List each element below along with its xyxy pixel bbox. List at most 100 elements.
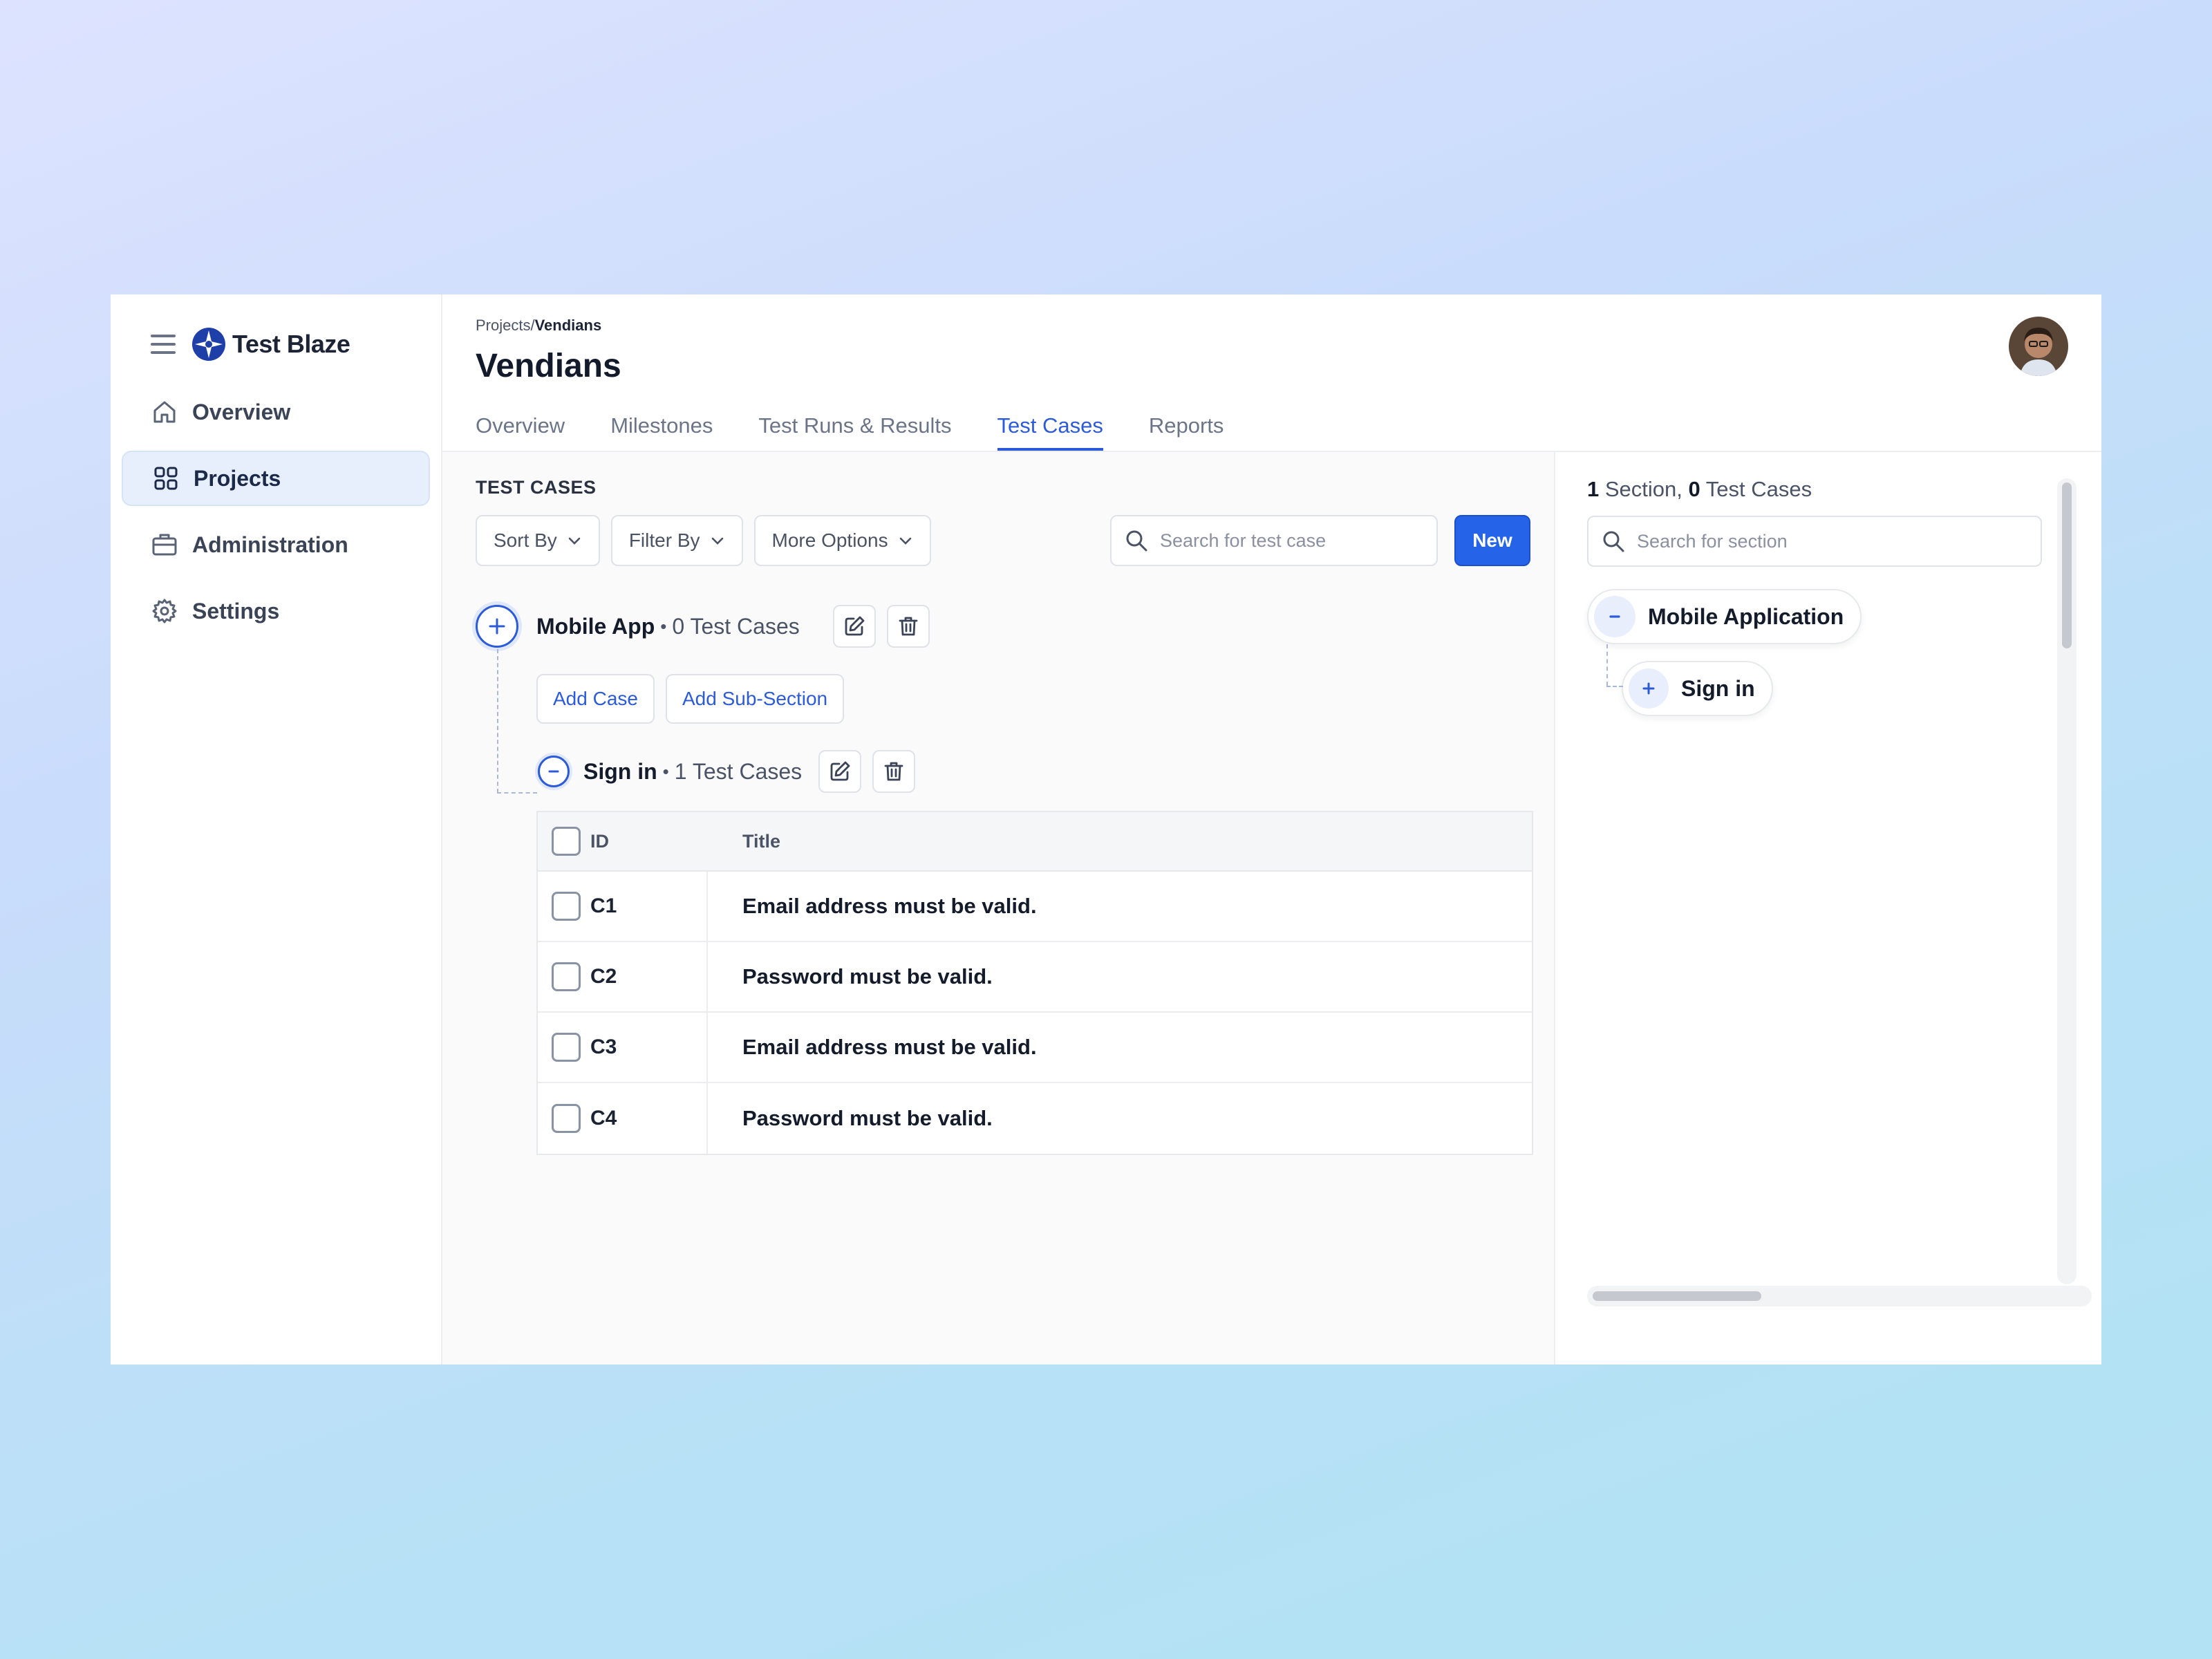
tab-overview[interactable]: Overview [476,413,565,451]
grid-icon [154,467,178,490]
case-title[interactable]: Password must be valid. [742,1106,993,1130]
sort-by-dropdown[interactable]: Sort By [476,515,600,566]
section-count-value: 1 [1587,477,1600,501]
sidebar-item-projects[interactable]: Projects [122,451,430,506]
briefcase-icon [152,534,177,556]
table-row[interactable]: C1 Email address must be valid. [538,872,1532,942]
page-title: Vendians [476,348,621,384]
section-count-label: Section, [1599,477,1689,501]
tab-test-runs-results[interactable]: Test Runs & Results [758,413,951,451]
subsection-bullet: • [662,760,669,782]
page-header: Projects/Vendians Vendians Overview Mile… [442,294,2101,452]
main-area: Projects/Vendians Vendians Overview Mile… [442,294,2101,1365]
delete-subsection-button[interactable] [872,750,916,793]
brand: Test Blaze [122,322,430,366]
select-all-checkbox[interactable] [552,827,581,856]
case-count-value: 0 [1688,477,1700,501]
test-case-tree: Mobile App • 0 Test Cases Add Case Add S… [476,605,1533,1155]
id-cell: C1 [538,872,708,941]
chevron-down-icon [899,537,911,545]
sidebar-item-settings[interactable]: Settings [122,583,430,639]
add-sub-section-button[interactable]: Add Sub-Section [665,674,845,724]
table-row[interactable]: C2 Password must be valid. [538,942,1532,1013]
test-case-search-input[interactable] [1160,529,1424,552]
table-row[interactable]: C3 Email address must be valid. [538,1013,1532,1083]
expand-section-button[interactable] [476,605,518,648]
plus-icon [489,618,505,635]
title-cell: Email address must be valid. [708,1035,1532,1060]
project-tabs: Overview Milestones Test Runs & Results … [476,413,1224,451]
table-header: ID Title [538,812,1532,872]
edit-section-button[interactable] [832,605,876,648]
collapse-section-button[interactable] [538,756,570,787]
section-actions: Add Case Add Sub-Section [536,674,1530,724]
tab-milestones[interactable]: Milestones [610,413,713,451]
minus-icon [548,770,559,773]
tab-reports[interactable]: Reports [1149,413,1224,451]
tree-connector-horizontal [1606,686,1623,687]
edit-icon [830,761,850,781]
section-name: Mobile App [536,613,655,639]
id-cell: C3 [538,1013,708,1082]
avatar[interactable] [2009,317,2068,376]
section-row-mobile-app: Mobile App • 0 Test Cases [476,605,1530,648]
row-checkbox[interactable] [552,892,581,921]
test-cases-panel: TEST CASES Sort By Filter By More Option… [442,452,1555,1365]
edit-subsection-button[interactable] [818,750,862,793]
case-title[interactable]: Email address must be valid. [742,1035,1037,1059]
column-header-id: ID [590,830,609,852]
tree-connector-vertical [1606,644,1608,686]
tree-node-mobile-application[interactable]: Mobile Application [1587,589,1862,644]
section-row-sign-in: Sign in • 1 Test Cases [538,750,1530,793]
section-tree: Mobile Application Sign in [1587,589,2070,716]
case-title[interactable]: Email address must be valid. [742,894,1037,918]
tree-connector-vertical [497,649,498,793]
expand-node-button[interactable] [1629,668,1669,709]
scrollbar-thumb[interactable] [1593,1291,1761,1301]
section-count: 0 Test Cases [672,613,800,639]
menu-icon[interactable] [151,335,176,354]
breadcrumb-current: Vendians [534,317,602,334]
sidebar-item-overview[interactable]: Overview [122,384,430,440]
row-checkbox[interactable] [552,1104,581,1133]
table-row[interactable]: C4 Password must be valid. [538,1083,1532,1154]
gear-icon [152,599,177,624]
new-button[interactable]: New [1454,515,1530,566]
section-bullet: • [660,615,667,637]
title-cell: Password must be valid. [708,964,1532,989]
sidebar-item-label: Projects [194,465,281,491]
more-options-dropdown[interactable]: More Options [753,515,931,566]
case-id: C1 [590,894,617,917]
subsection-name: Sign in [583,758,657,784]
case-count-label: Test Cases [1700,477,1812,501]
title-cell: Email address must be valid. [708,894,1532,919]
sidebar-item-label: Administration [192,532,348,557]
breadcrumb-root[interactable]: Projects/ [476,317,535,334]
sidebar-item-administration[interactable]: Administration [122,517,430,572]
horizontal-scrollbar[interactable] [1587,1286,2092,1306]
delete-section-button[interactable] [886,605,930,648]
app-window: Test Blaze Overview Projects Administrat… [111,294,2101,1365]
tree-node-sign-in[interactable]: Sign in [1622,661,1773,716]
case-title[interactable]: Password must be valid. [742,964,993,988]
scrollbar-thumb[interactable] [2062,482,2072,648]
vertical-scrollbar[interactable] [2057,478,2077,1284]
chevron-down-icon [711,537,723,545]
section-search [1587,516,2042,567]
test-blaze-logo-icon [192,328,225,361]
filter-by-dropdown[interactable]: Filter By [610,515,743,566]
title-cell: Password must be valid. [708,1106,1532,1131]
tab-test-cases[interactable]: Test Cases [997,413,1103,451]
row-checkbox[interactable] [552,962,581,991]
sidebar-nav: Overview Projects Administration Setting… [122,384,430,639]
collapse-node-button[interactable] [1594,596,1635,637]
search-icon [1603,531,1624,552]
section-search-input[interactable] [1637,530,2028,552]
sections-panel: 1 Section, 0 Test Cases Mobile Applicati… [1555,452,2101,1365]
add-case-button[interactable]: Add Case [536,674,655,724]
sidebar-item-label: Overview [192,399,291,424]
tree-node-label: Sign in [1681,675,1755,701]
subsection-count: 1 Test Cases [674,758,803,784]
tree-connector-horizontal [497,792,537,794]
row-checkbox[interactable] [552,1033,581,1062]
